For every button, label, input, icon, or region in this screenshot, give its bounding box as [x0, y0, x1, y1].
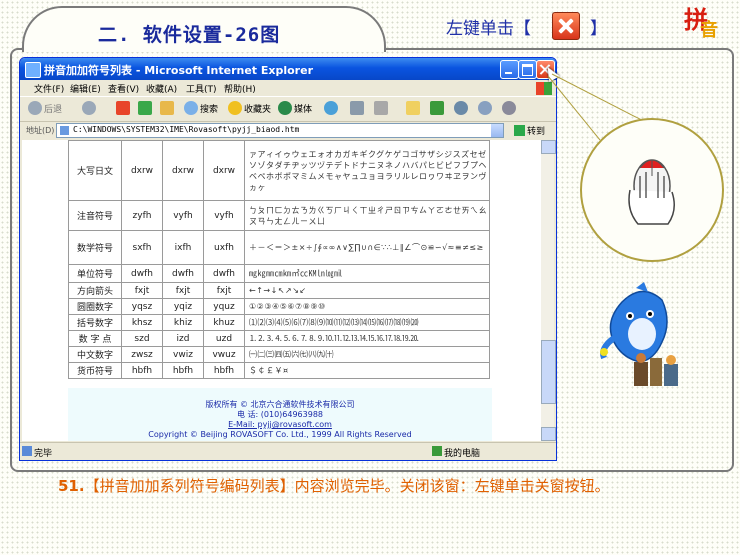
caption: 51.【拼音加加系列符号编码列表】内容浏览完毕。关闭该窗：左键单击关窗按钮。	[18, 473, 728, 500]
caption-text: 【拼音加加系列符号编码列表】内容浏览完毕。关闭该窗：左键单击关窗按钮。	[84, 477, 610, 495]
hand-mouse-icon	[628, 159, 675, 225]
caption-number: 51.	[58, 477, 85, 495]
callout-lines	[547, 73, 701, 151]
critters-decoration-icon	[634, 353, 678, 386]
